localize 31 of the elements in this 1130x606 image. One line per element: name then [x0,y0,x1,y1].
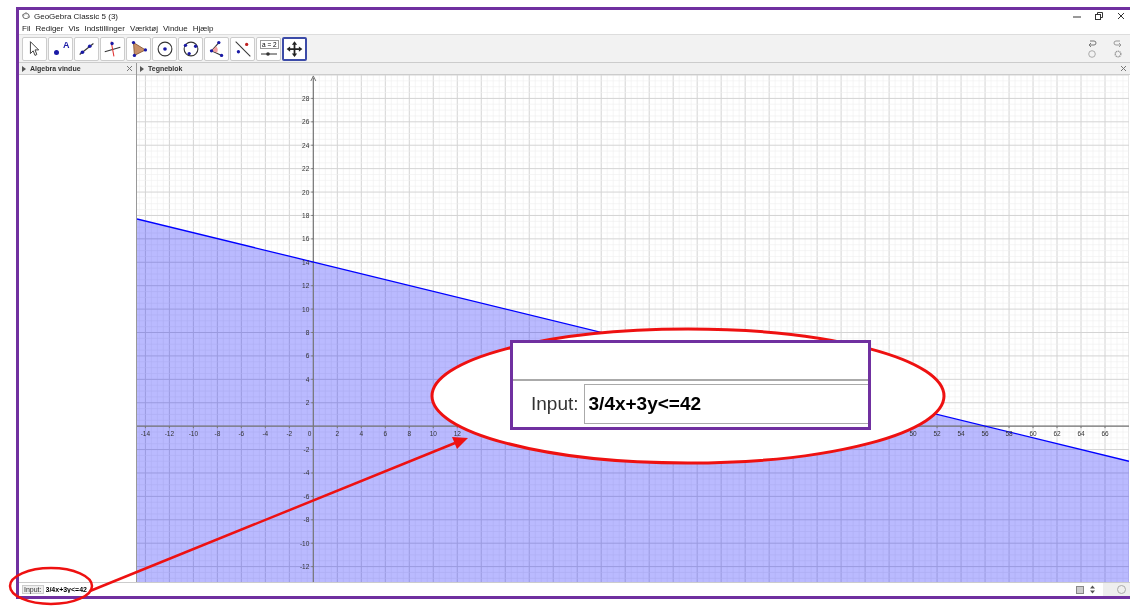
reflect-tool-button[interactable] [230,36,255,61]
restore-icon[interactable] [1095,12,1103,20]
menu-item[interactable]: Rediger [35,23,64,33]
keyboard-icon[interactable] [1076,585,1084,594]
perpendicular-tool-button[interactable] [100,36,125,61]
collapse-triangle-icon[interactable] [22,65,26,72]
spinner-icon[interactable] [1090,585,1095,594]
move-tool-button[interactable] [22,36,47,61]
redo-icon[interactable] [1113,39,1123,48]
collapse-triangle-icon[interactable] [140,65,144,72]
menu-item[interactable]: Hjælp [192,23,214,33]
line-tool-button[interactable] [74,36,99,61]
slider-icon [261,51,277,56]
polygon-tool-button[interactable] [126,36,151,61]
pan-tool-button[interactable] [282,36,307,61]
menu-item[interactable]: Indstillinger [84,23,125,33]
point-tool-button[interactable]: A [48,36,73,61]
input-field[interactable]: 3/4x+3y<=42 [583,384,868,424]
menu-item[interactable]: Fil [22,23,31,33]
input-label: Input: [531,393,579,415]
window-title: GeoGebra Classic 5 (3) [34,11,119,21]
undo-icon[interactable] [1087,39,1097,48]
point-icon [54,49,59,55]
circle-tool-button[interactable] [152,36,177,61]
app-logo-icon [22,12,30,20]
close-icon[interactable] [1117,12,1125,20]
menu-item[interactable]: Vis [68,23,80,33]
menu-item[interactable]: Vindue [162,23,188,33]
conic-tool-button[interactable] [178,36,203,61]
menu-item[interactable]: Værktøj [129,23,158,33]
angle-tool-button[interactable] [204,36,229,61]
